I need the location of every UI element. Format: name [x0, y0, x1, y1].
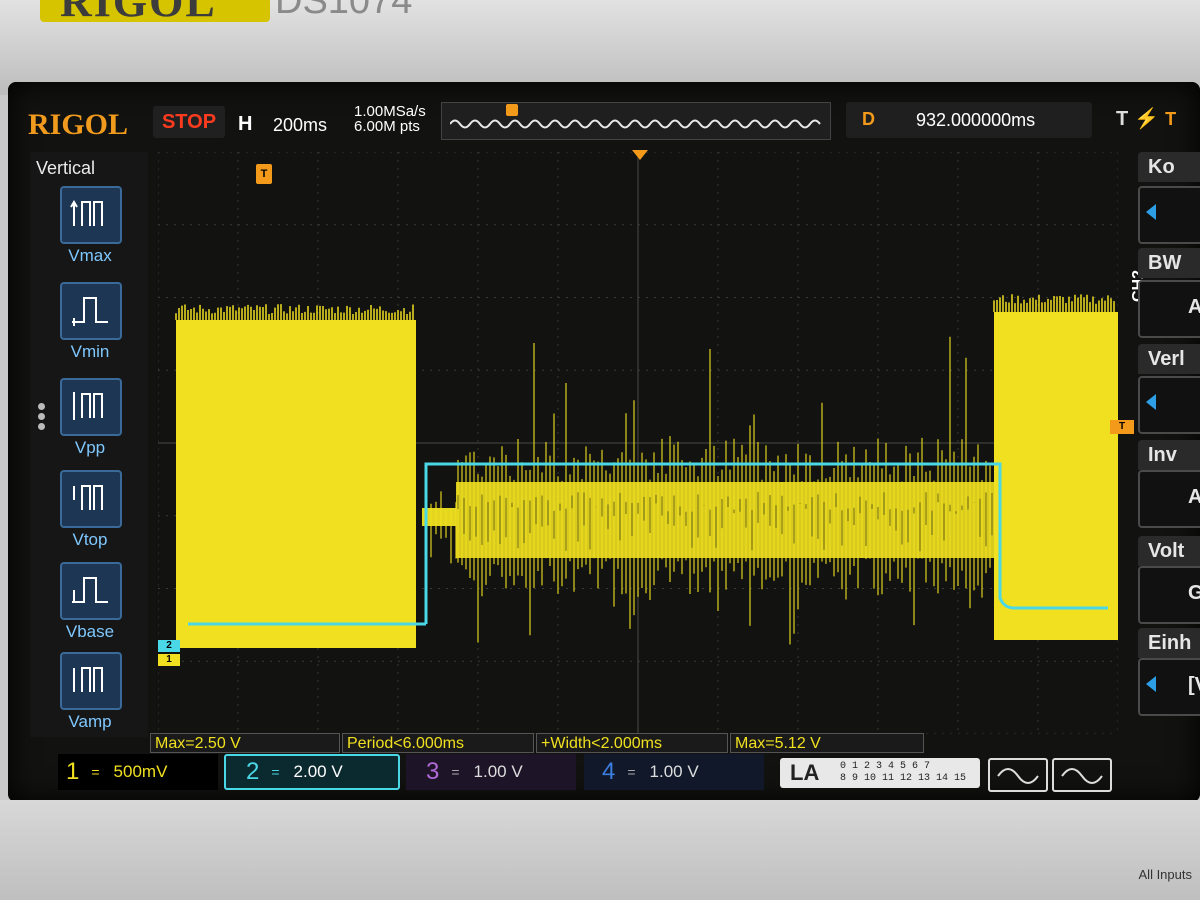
ch2-offset-marker[interactable]: 2 — [158, 640, 180, 652]
timebase-value[interactable]: 200ms — [273, 115, 327, 136]
menu-coupling-button[interactable] — [1138, 186, 1200, 244]
menu-tab-coupling: Ko — [1138, 152, 1200, 182]
vmax-measure-icon — [60, 186, 122, 244]
measure-vamp-button[interactable]: Vamp — [42, 652, 138, 738]
ch1-status[interactable]: 1 = 500mV — [58, 754, 218, 790]
vbase-label: Vbase — [65, 622, 115, 641]
run-stop-status[interactable]: STOP — [153, 106, 225, 138]
ref-waveform-icon[interactable] — [1052, 758, 1112, 792]
ch1-noise-band — [456, 482, 994, 558]
memory-waveform-icon — [450, 119, 821, 129]
trigger-status[interactable]: T ⚡ T — [1116, 106, 1176, 131]
trigger-position-marker — [632, 150, 648, 160]
vamp-label: Vamp — [68, 712, 112, 731]
sample-info: 1.00MSa/s 6.00M pts — [354, 104, 426, 134]
vbase-measure-icon — [60, 562, 122, 620]
ch3-status[interactable]: 3 = 1.00 V — [406, 754, 576, 790]
front-panel-note: All Inputs — [1138, 867, 1192, 882]
trigger-type-label: T — [1116, 108, 1129, 130]
waveform-canvas — [158, 152, 1118, 734]
delay-label: D — [862, 109, 875, 129]
measure-vtop-button[interactable]: Vtop — [42, 470, 138, 556]
measurement-period[interactable]: Period<6.000ms — [342, 733, 534, 753]
ch4-status[interactable]: 4 = 1.00 V — [584, 754, 764, 790]
menu-tab-volts: Volt — [1138, 536, 1200, 566]
menu-invert-button[interactable]: Au — [1138, 470, 1200, 528]
vmin-measure-icon — [60, 282, 122, 340]
menu-arrow-icon — [1146, 394, 1156, 410]
bezel-model: DS1074 — [275, 0, 413, 22]
ch2-status[interactable]: 2 = 2.00 V — [224, 754, 400, 790]
vertical-menu-title: Vertical — [36, 158, 96, 178]
bottom-bezel: All Inputs — [0, 800, 1200, 900]
menu-tab-probe: Verl — [1138, 344, 1200, 374]
ch1-offset-marker[interactable]: 1 — [158, 654, 180, 666]
channel-bar: 1 = 500mV 2 = 2.00 V 3 = 1.00 V 4 = 1.00 V LA 0 … — [58, 754, 1128, 792]
measure-vbase-button[interactable]: Vbase — [42, 562, 138, 648]
menu-tab-unit: Einh — [1138, 628, 1200, 658]
menu-arrow-icon — [1146, 676, 1156, 692]
rising-edge-bolt-icon: ⚡ — [1134, 108, 1160, 130]
vtop-label: Vtop — [72, 530, 108, 549]
rigol-logo: RIGOL — [28, 108, 129, 141]
measurement-vmax-ch1[interactable]: Max=2.50 V — [150, 733, 340, 753]
measurement-vmax-ch2[interactable]: Max=5.12 V — [730, 733, 924, 753]
vamp-measure-icon — [60, 652, 122, 710]
dc-coupling-icon: = — [451, 764, 460, 780]
measurement-pos-width[interactable]: +Width<2.000ms — [536, 733, 728, 753]
top-bezel: RIGOL DS1074 — [0, 0, 1200, 95]
dc-coupling-icon: = — [91, 764, 100, 780]
delay-box[interactable]: D 932.000000ms — [846, 102, 1092, 138]
menu-tab-invert: Inv — [1138, 440, 1200, 470]
delay-value: 932.000000ms — [916, 110, 1036, 130]
la-channel-grid: 0 1 2 3 4 5 6 7 8 9 10 11 12 13 14 15 — [840, 761, 967, 784]
menu-unit-button[interactable]: [V — [1138, 658, 1200, 716]
menu-probe-button[interactable] — [1138, 376, 1200, 434]
vmin-label: Vmin — [70, 342, 110, 361]
ch1-burst-left — [176, 320, 416, 648]
memory-trigger-marker — [506, 104, 518, 116]
menu-bandwidth-button[interactable]: A — [1138, 280, 1200, 338]
menu-tab-bandwidth: BW — [1138, 248, 1200, 278]
vmax-label: Vmax — [68, 246, 112, 265]
vertical-measure-menu: Vertical Vmax Vmin Vpp Vtop Vbase Vamp — [30, 152, 148, 737]
trigger-time-marker: T — [256, 164, 272, 184]
memory-overview[interactable] — [441, 102, 831, 140]
sample-rate: 1.00MSa/s — [354, 103, 426, 120]
ch1-burst-right — [994, 312, 1118, 640]
vpp-label: Vpp — [74, 438, 106, 457]
horizontal-label: H — [238, 113, 253, 135]
measure-vmax-button[interactable]: Vmax — [42, 186, 138, 272]
menu-page-indicator — [38, 400, 46, 433]
vpp-measure-icon — [60, 378, 122, 436]
la-label: LA — [790, 760, 820, 785]
menu-arrow-icon — [1146, 204, 1156, 220]
logic-analyzer-status[interactable]: LA 0 1 2 3 4 5 6 7 8 9 10 11 12 13 14 15 — [780, 758, 980, 788]
bezel-brand: RIGOL — [60, 0, 217, 26]
channel-menu: CH2 Ko BW A Verl Inv Au Volt Gr Einh [V — [1130, 152, 1200, 752]
measure-vmin-button[interactable]: Vmin — [42, 282, 138, 368]
memory-depth: 6.00M pts — [354, 118, 420, 135]
trigger-source-marker: T — [1165, 109, 1177, 129]
math-waveform-icon[interactable] — [988, 758, 1048, 792]
dc-coupling-icon: = — [271, 764, 280, 780]
menu-volts-button[interactable]: Gr — [1138, 566, 1200, 624]
measure-vpp-button[interactable]: Vpp — [42, 378, 138, 464]
waveform-display[interactable] — [158, 152, 1118, 734]
vtop-measure-icon — [60, 470, 122, 528]
dc-coupling-icon: = — [627, 764, 636, 780]
scope-screen: RIGOL STOP H 200ms 1.00MSa/s 6.00M pts D… — [8, 82, 1200, 802]
